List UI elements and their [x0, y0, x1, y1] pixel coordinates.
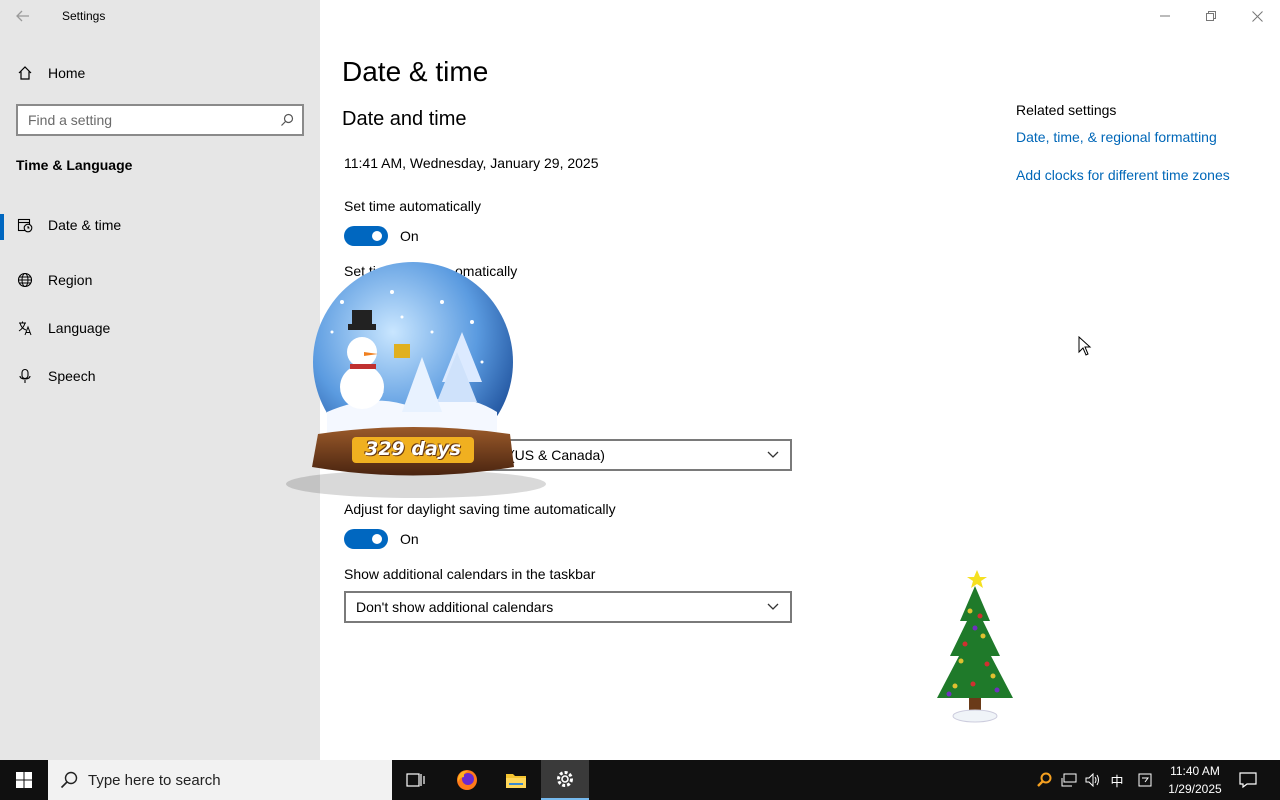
folder-icon [506, 774, 526, 788]
window-controls [1142, 0, 1280, 32]
calendars-label: Show additional calendars in the taskbar [344, 566, 596, 582]
section-subtitle: Date and time [342, 108, 467, 130]
notification-icon [1239, 772, 1257, 788]
home-icon [18, 66, 32, 80]
action-center-button[interactable] [1232, 760, 1264, 800]
nav-list: Date & time Region Language Speech [0, 208, 320, 400]
input-method-icon [1138, 773, 1152, 787]
christmas-tree-widget [925, 566, 1025, 730]
find-setting-search[interactable] [16, 104, 304, 136]
link-regional-formatting[interactable]: Date, time, & regional formatting [1016, 129, 1266, 145]
sidebar-item-label: Language [48, 320, 111, 336]
find-setting-input[interactable] [28, 112, 280, 128]
network-button[interactable] [1058, 760, 1080, 800]
app-title: Settings [62, 9, 106, 23]
globe-icon [17, 272, 33, 288]
taskbar-clock[interactable]: 11:40 AM 1/29/2025 [1160, 762, 1230, 798]
speaker-icon [1085, 773, 1099, 787]
dst-state: On [400, 531, 419, 547]
magnifier-icon [1037, 772, 1052, 787]
snow-globe-icon [286, 262, 546, 498]
firefox-icon [457, 770, 477, 790]
mouse-cursor [1078, 335, 1092, 356]
settings-sidebar: Settings Home Time & Language Date & tim… [0, 0, 320, 760]
chevron-down-icon [766, 600, 780, 614]
sidebar-item-label: Date & time [48, 217, 122, 233]
dst-toggle[interactable] [344, 529, 388, 549]
current-date-time: 11:41 AM, Wednesday, January 29, 2025 [344, 155, 599, 171]
start-button[interactable] [0, 760, 48, 800]
chevron-down-icon [766, 448, 780, 462]
date-time-icon [17, 218, 33, 233]
dst-label: Adjust for daylight saving time automati… [344, 501, 616, 517]
related-settings: Related settings Date, time, & regional … [1016, 102, 1266, 205]
search-icon [60, 771, 78, 789]
task-view-icon [406, 773, 425, 787]
taskbar-search[interactable]: Type here to search [48, 760, 392, 800]
set-time-auto-state: On [400, 228, 419, 244]
minimize-icon [1160, 15, 1170, 17]
minimize-button[interactable] [1142, 0, 1188, 32]
search-icon[interactable] [280, 113, 294, 127]
task-view-button[interactable] [392, 760, 440, 800]
taskbar: Type here to search 中 11:40 AM 1/29/2025 [0, 760, 1280, 800]
link-add-clocks[interactable]: Add clocks for different time zones [1016, 167, 1266, 183]
christmas-tree-icon [937, 570, 1013, 723]
sidebar-item-speech[interactable]: Speech [0, 352, 320, 400]
input-method-button[interactable] [1134, 760, 1156, 800]
clock-date: 1/29/2025 [1168, 782, 1222, 796]
file-explorer-button[interactable] [492, 760, 540, 800]
related-settings-heading: Related settings [1016, 102, 1117, 118]
sidebar-item-date-time[interactable]: Date & time [0, 208, 320, 242]
taskbar-search-placeholder: Type here to search [88, 771, 221, 789]
back-arrow-icon [16, 10, 29, 22]
settings-taskbar-button[interactable] [541, 760, 589, 800]
page-title: Date & time [342, 56, 489, 87]
restore-button[interactable] [1188, 0, 1234, 32]
sidebar-item-region[interactable]: Region [0, 256, 320, 304]
sidebar-item-language[interactable]: Language [0, 304, 320, 352]
sidebar-item-label: Region [48, 272, 93, 288]
gear-icon [557, 771, 573, 787]
tray-search-button[interactable] [1034, 760, 1054, 800]
network-icon [1061, 773, 1077, 787]
nav-home[interactable]: Home [0, 56, 320, 90]
clock-time: 11:40 AM [1170, 764, 1220, 778]
countdown-text: 329 days [365, 438, 461, 460]
nav-home-label: Home [48, 65, 86, 81]
windows-logo-icon [16, 772, 32, 788]
close-icon [1251, 10, 1263, 22]
volume-button[interactable] [1082, 760, 1104, 800]
back-button[interactable] [10, 4, 36, 28]
language-icon [18, 321, 32, 336]
set-time-auto-label: Set time automatically [344, 198, 481, 214]
calendars-dropdown[interactable]: Don't show additional calendars [344, 591, 792, 623]
set-time-auto-toggle[interactable] [344, 226, 388, 246]
snow-globe-widget[interactable]: 329 days [282, 262, 550, 502]
firefox-button[interactable] [443, 760, 491, 800]
sidebar-item-label: Speech [48, 368, 96, 384]
restore-icon [1206, 11, 1216, 21]
ime-indicator[interactable]: 中 [1106, 760, 1128, 800]
microphone-icon [19, 368, 31, 383]
section-title: Time & Language [16, 157, 133, 173]
close-button[interactable] [1234, 0, 1280, 32]
calendars-value: Don't show additional calendars [356, 599, 554, 615]
